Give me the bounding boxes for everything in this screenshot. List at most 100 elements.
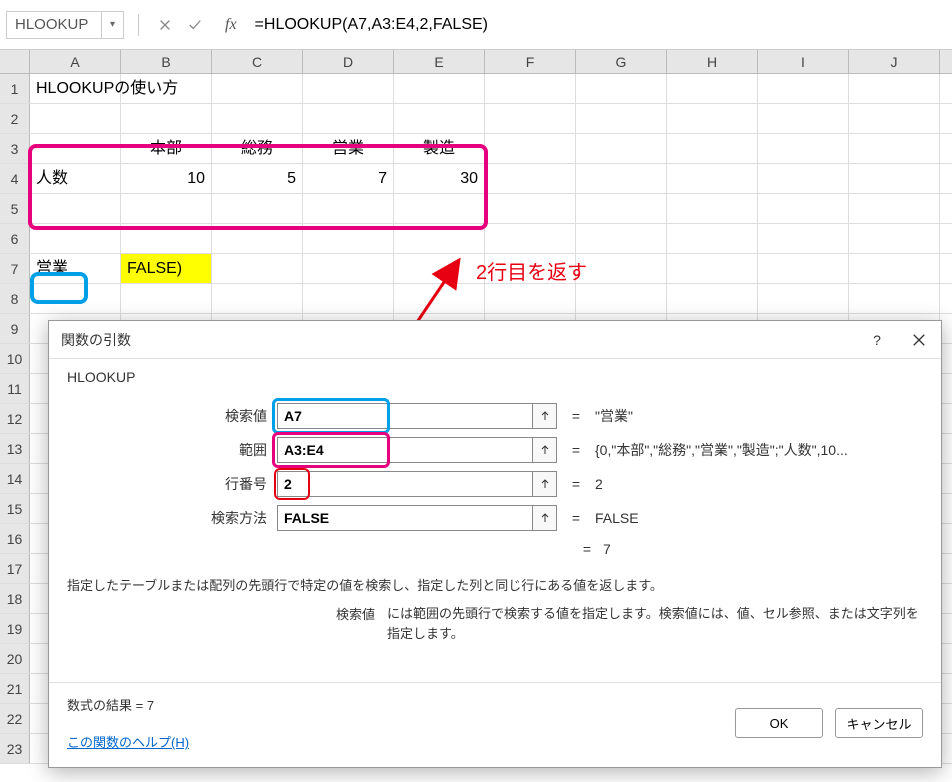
cell[interactable]: 製造 [394, 134, 485, 163]
collapse-dialog-icon[interactable] [533, 505, 557, 531]
row-header[interactable]: 11 [0, 374, 30, 403]
row-header[interactable]: 5 [0, 194, 30, 223]
arg-input-lookup-value[interactable] [277, 403, 533, 429]
cell[interactable] [30, 104, 121, 133]
cell[interactable] [849, 104, 940, 133]
col-header[interactable]: E [394, 50, 485, 73]
cell[interactable] [667, 104, 758, 133]
col-header[interactable]: G [576, 50, 667, 73]
row-header[interactable]: 6 [0, 224, 30, 253]
cell[interactable] [849, 284, 940, 313]
cell[interactable] [758, 194, 849, 223]
row-header[interactable]: 10 [0, 344, 30, 373]
cell[interactable] [485, 224, 576, 253]
row-header[interactable]: 7 [0, 254, 30, 283]
cell[interactable] [485, 104, 576, 133]
row-header[interactable]: 20 [0, 644, 30, 673]
cell[interactable] [394, 74, 485, 103]
col-header[interactable]: I [758, 50, 849, 73]
col-header[interactable]: H [667, 50, 758, 73]
cell[interactable] [485, 164, 576, 193]
col-header[interactable]: F [485, 50, 576, 73]
cell[interactable] [758, 284, 849, 313]
cell[interactable] [576, 254, 667, 283]
cell[interactable] [849, 224, 940, 253]
row-header[interactable]: 17 [0, 554, 30, 583]
row-header[interactable]: 15 [0, 494, 30, 523]
enter-formula-icon[interactable] [183, 13, 207, 37]
row-header[interactable]: 23 [0, 734, 30, 763]
cell[interactable] [576, 74, 667, 103]
col-header[interactable]: D [303, 50, 394, 73]
cell[interactable] [667, 224, 758, 253]
cell[interactable] [485, 284, 576, 313]
close-icon[interactable] [909, 330, 929, 350]
cell[interactable]: 30 [394, 164, 485, 193]
collapse-dialog-icon[interactable] [533, 403, 557, 429]
cell[interactable]: 7 [303, 164, 394, 193]
cell[interactable] [394, 104, 485, 133]
cell[interactable] [394, 194, 485, 223]
cell[interactable] [485, 134, 576, 163]
cell[interactable] [758, 104, 849, 133]
cell[interactable] [212, 284, 303, 313]
cell[interactable] [394, 284, 485, 313]
collapse-dialog-icon[interactable] [533, 437, 557, 463]
cell[interactable] [303, 254, 394, 283]
cell[interactable] [849, 134, 940, 163]
collapse-dialog-icon[interactable] [533, 471, 557, 497]
cell[interactable] [121, 194, 212, 223]
cell[interactable] [121, 104, 212, 133]
row-header[interactable]: 9 [0, 314, 30, 343]
help-icon[interactable]: ? [867, 330, 887, 350]
cancel-formula-icon[interactable] [153, 13, 177, 37]
cell[interactable] [212, 224, 303, 253]
cell[interactable]: 5 [212, 164, 303, 193]
name-box-dropdown[interactable]: ▾ [101, 12, 123, 38]
cell[interactable] [394, 254, 485, 283]
help-link[interactable]: この関数のヘルプ(H) [67, 732, 189, 751]
cell[interactable]: 総務 [212, 134, 303, 163]
cell[interactable] [303, 104, 394, 133]
cell[interactable] [667, 254, 758, 283]
cell[interactable]: 営業 [30, 254, 121, 283]
cell[interactable] [303, 284, 394, 313]
cell[interactable] [758, 134, 849, 163]
cell[interactable] [849, 74, 940, 103]
cell[interactable] [667, 74, 758, 103]
cell[interactable] [212, 194, 303, 223]
col-header[interactable]: C [212, 50, 303, 73]
col-header[interactable]: J [849, 50, 940, 73]
cell[interactable]: 本部 [121, 134, 212, 163]
name-box[interactable] [7, 14, 101, 35]
row-header[interactable]: 13 [0, 434, 30, 463]
cell[interactable] [758, 164, 849, 193]
cell[interactable] [758, 254, 849, 283]
cell[interactable] [303, 194, 394, 223]
row-header[interactable]: 18 [0, 584, 30, 613]
row-header[interactable]: 8 [0, 284, 30, 313]
cell[interactable] [849, 254, 940, 283]
cell[interactable] [667, 194, 758, 223]
row-header[interactable]: 1 [0, 74, 30, 103]
formula-input[interactable] [255, 16, 946, 34]
cell[interactable] [576, 104, 667, 133]
select-all-corner[interactable] [0, 50, 30, 73]
cell[interactable] [394, 224, 485, 253]
cell[interactable] [849, 194, 940, 223]
cell[interactable] [667, 284, 758, 313]
cell[interactable] [576, 194, 667, 223]
cell[interactable] [485, 194, 576, 223]
row-header[interactable]: 16 [0, 524, 30, 553]
cell[interactable]: 営業 [303, 134, 394, 163]
fx-icon[interactable]: fx [225, 16, 237, 34]
row-header[interactable]: 22 [0, 704, 30, 733]
cell[interactable] [576, 284, 667, 313]
ok-button[interactable]: OK [735, 708, 823, 738]
cell[interactable] [576, 164, 667, 193]
row-header[interactable]: 12 [0, 404, 30, 433]
cell[interactable] [303, 224, 394, 253]
cell[interactable] [121, 74, 212, 103]
cell[interactable] [303, 74, 394, 103]
cell[interactable] [212, 74, 303, 103]
